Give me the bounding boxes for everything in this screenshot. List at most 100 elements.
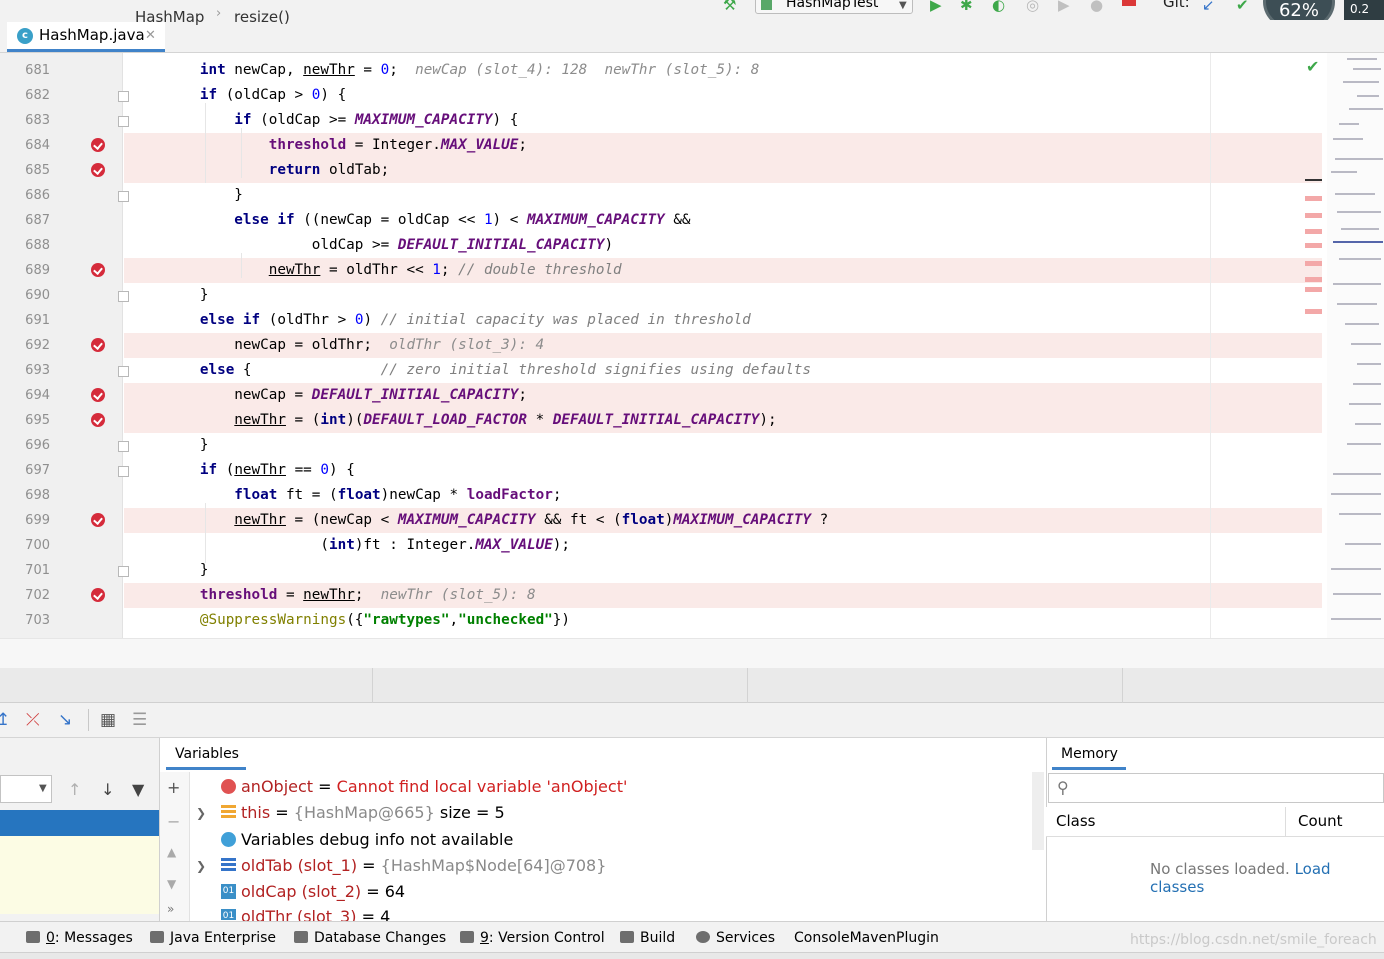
run-to-cursor-icon[interactable]: ↘ [58, 710, 72, 730]
frame-item[interactable] [0, 888, 159, 914]
variable-row[interactable]: anObject = Cannot find local variable 'a… [241, 777, 627, 796]
git-update-icon[interactable]: ↙ [1202, 0, 1215, 14]
tab-underline [1052, 767, 1126, 770]
error-stripe-mark[interactable] [1305, 213, 1322, 218]
fold-icon[interactable] [118, 466, 129, 477]
error-stripe-mark[interactable] [1305, 243, 1322, 248]
breakpoint-icon[interactable] [91, 413, 105, 427]
thread-selector[interactable]: ▼ [0, 775, 52, 803]
fold-icon[interactable] [118, 291, 129, 302]
breadcrumb-item-class[interactable]: HashMap [135, 8, 204, 26]
line-number: 688 [25, 238, 50, 253]
tool-tab-build[interactable]: Build [620, 930, 675, 946]
fold-icon[interactable] [118, 191, 129, 202]
attach-icon[interactable]: ▶ [1058, 0, 1070, 14]
error-stripe-mark[interactable] [1305, 229, 1322, 234]
error-stripe-mark[interactable] [1305, 309, 1322, 314]
tool-tab-services[interactable]: Services [696, 930, 775, 946]
code-line: threshold = newThr; newThr (slot_5): 8 [199, 587, 536, 603]
code-line: @SuppressWarnings({"rawtypes","unchecked… [199, 612, 571, 628]
frame-item-selected[interactable] [0, 810, 159, 836]
column-divider[interactable] [1285, 807, 1286, 837]
code-line: newThr = (newCap < MAXIMUM_CAPACITY && f… [234, 512, 829, 528]
memory-indicator[interactable]: 0.2 [1344, 0, 1384, 20]
coverage-icon[interactable]: ◐ [992, 0, 1005, 14]
tab-underline [166, 767, 246, 770]
code-editor[interactable]: 681 682 683 684 685 686 687 688 689 690 … [0, 53, 1384, 638]
chevron-down-icon: ▼ [39, 783, 47, 794]
fold-icon[interactable] [118, 91, 129, 102]
git-commit-icon[interactable]: ✔ [1236, 0, 1249, 14]
variable-row[interactable]: oldTab (slot_1) = {HashMap$Node[64]@708} [241, 856, 606, 875]
remove-watch-icon[interactable]: − [167, 812, 180, 831]
previous-frame-icon[interactable]: ↑ [68, 780, 81, 799]
fold-icon[interactable] [118, 566, 129, 577]
column-class[interactable]: Class [1056, 812, 1095, 830]
variables-scrollbar[interactable] [1032, 772, 1044, 850]
breakpoint-icon[interactable] [91, 588, 105, 602]
move-up-icon[interactable]: ▲ [167, 845, 176, 859]
debug-icon[interactable]: ✱ [960, 0, 973, 14]
inspection-ok-icon[interactable]: ✔ [1306, 57, 1319, 76]
drop-frame-icon[interactable]: ⤫ [26, 710, 40, 730]
code-line: newCap = DEFAULT_INITIAL_CAPACITY; [131, 387, 527, 403]
move-down-icon[interactable]: ▼ [167, 877, 176, 891]
breakpoint-icon[interactable] [91, 338, 105, 352]
fold-icon[interactable] [118, 366, 129, 377]
breakpoint-icon[interactable] [91, 163, 105, 177]
variable-row[interactable]: Variables debug info not available [241, 830, 513, 849]
line-number: 698 [25, 488, 50, 503]
expand-icon[interactable]: ❯ [196, 806, 206, 820]
column-count[interactable]: Count [1298, 812, 1343, 830]
stop-icon[interactable] [1122, 0, 1136, 6]
trace-icon[interactable]: ☰ [132, 710, 147, 730]
tab-hashmap-java[interactable]: c HashMap.java ✕ [7, 22, 165, 52]
memory-search-input[interactable]: ⚲ [1048, 773, 1384, 803]
breakpoint-icon[interactable] [91, 513, 105, 527]
step-icon[interactable]: ● [1090, 0, 1103, 14]
variable-row[interactable]: oldThr (slot_3) = 4 [241, 907, 390, 921]
evaluate-expression-icon[interactable]: ▦ [100, 710, 116, 730]
fold-icon[interactable] [118, 116, 129, 127]
error-stripe-mark[interactable] [1305, 277, 1322, 282]
java-enterprise-icon [150, 931, 164, 943]
tab-variables[interactable]: Variables [175, 746, 239, 762]
expand-icon[interactable]: ❯ [196, 859, 206, 873]
build-hammer-icon[interactable]: ⚒ [723, 0, 736, 14]
error-stripe-mark[interactable] [1305, 261, 1322, 266]
run-configuration-dropdown[interactable]: HashMapTest ▼ [755, 0, 913, 14]
code-line: } [131, 562, 209, 578]
code-line: newThr = oldThr << 1; // double threshol… [268, 262, 622, 278]
breakpoint-icon[interactable] [91, 388, 105, 402]
code-line: } [131, 287, 209, 303]
breadcrumb-item-method[interactable]: resize() [234, 8, 290, 26]
breakpoint-icon[interactable] [91, 263, 105, 277]
vcs-icon [460, 931, 474, 943]
editor-gutter[interactable]: 681 682 683 684 685 686 687 688 689 690 … [0, 53, 129, 638]
filter-icon[interactable]: ▼ [132, 780, 144, 799]
profiler-icon[interactable]: ◎ [1026, 0, 1039, 14]
fold-icon[interactable] [118, 441, 129, 452]
breakpoint-icon[interactable] [91, 138, 105, 152]
tool-tab-version-control[interactable]: 9: Version Control [460, 930, 605, 946]
run-icon[interactable]: ▶ [930, 0, 942, 14]
error-stripe-mark[interactable] [1305, 196, 1322, 201]
add-watch-icon[interactable]: + [167, 778, 180, 797]
error-stripe-mark[interactable] [1305, 287, 1322, 292]
step-out-icon[interactable]: ↥ [0, 710, 10, 730]
database-icon [294, 931, 308, 943]
tool-tab-console-maven-plugin[interactable]: ConsoleMavenPlugin [794, 930, 939, 946]
object-icon [221, 805, 236, 820]
tab-memory[interactable]: Memory [1061, 746, 1118, 762]
tool-tab-messages[interactable]: 0: Messages [26, 930, 133, 946]
java-app-icon [761, 0, 772, 10]
tool-tab-database-changes[interactable]: Database Changes [294, 930, 446, 946]
frame-item[interactable] [0, 836, 159, 888]
variable-row[interactable]: this = {HashMap@665} size = 5 [241, 803, 505, 822]
next-frame-icon[interactable]: ↓ [101, 780, 114, 799]
close-icon[interactable]: ✕ [145, 22, 156, 49]
tool-tab-java-enterprise[interactable]: Java Enterprise [150, 930, 276, 946]
variable-row[interactable]: oldCap (slot_2) = 64 [241, 882, 405, 901]
more-icon[interactable]: » [167, 902, 174, 916]
code-minimap[interactable] [1327, 53, 1384, 638]
